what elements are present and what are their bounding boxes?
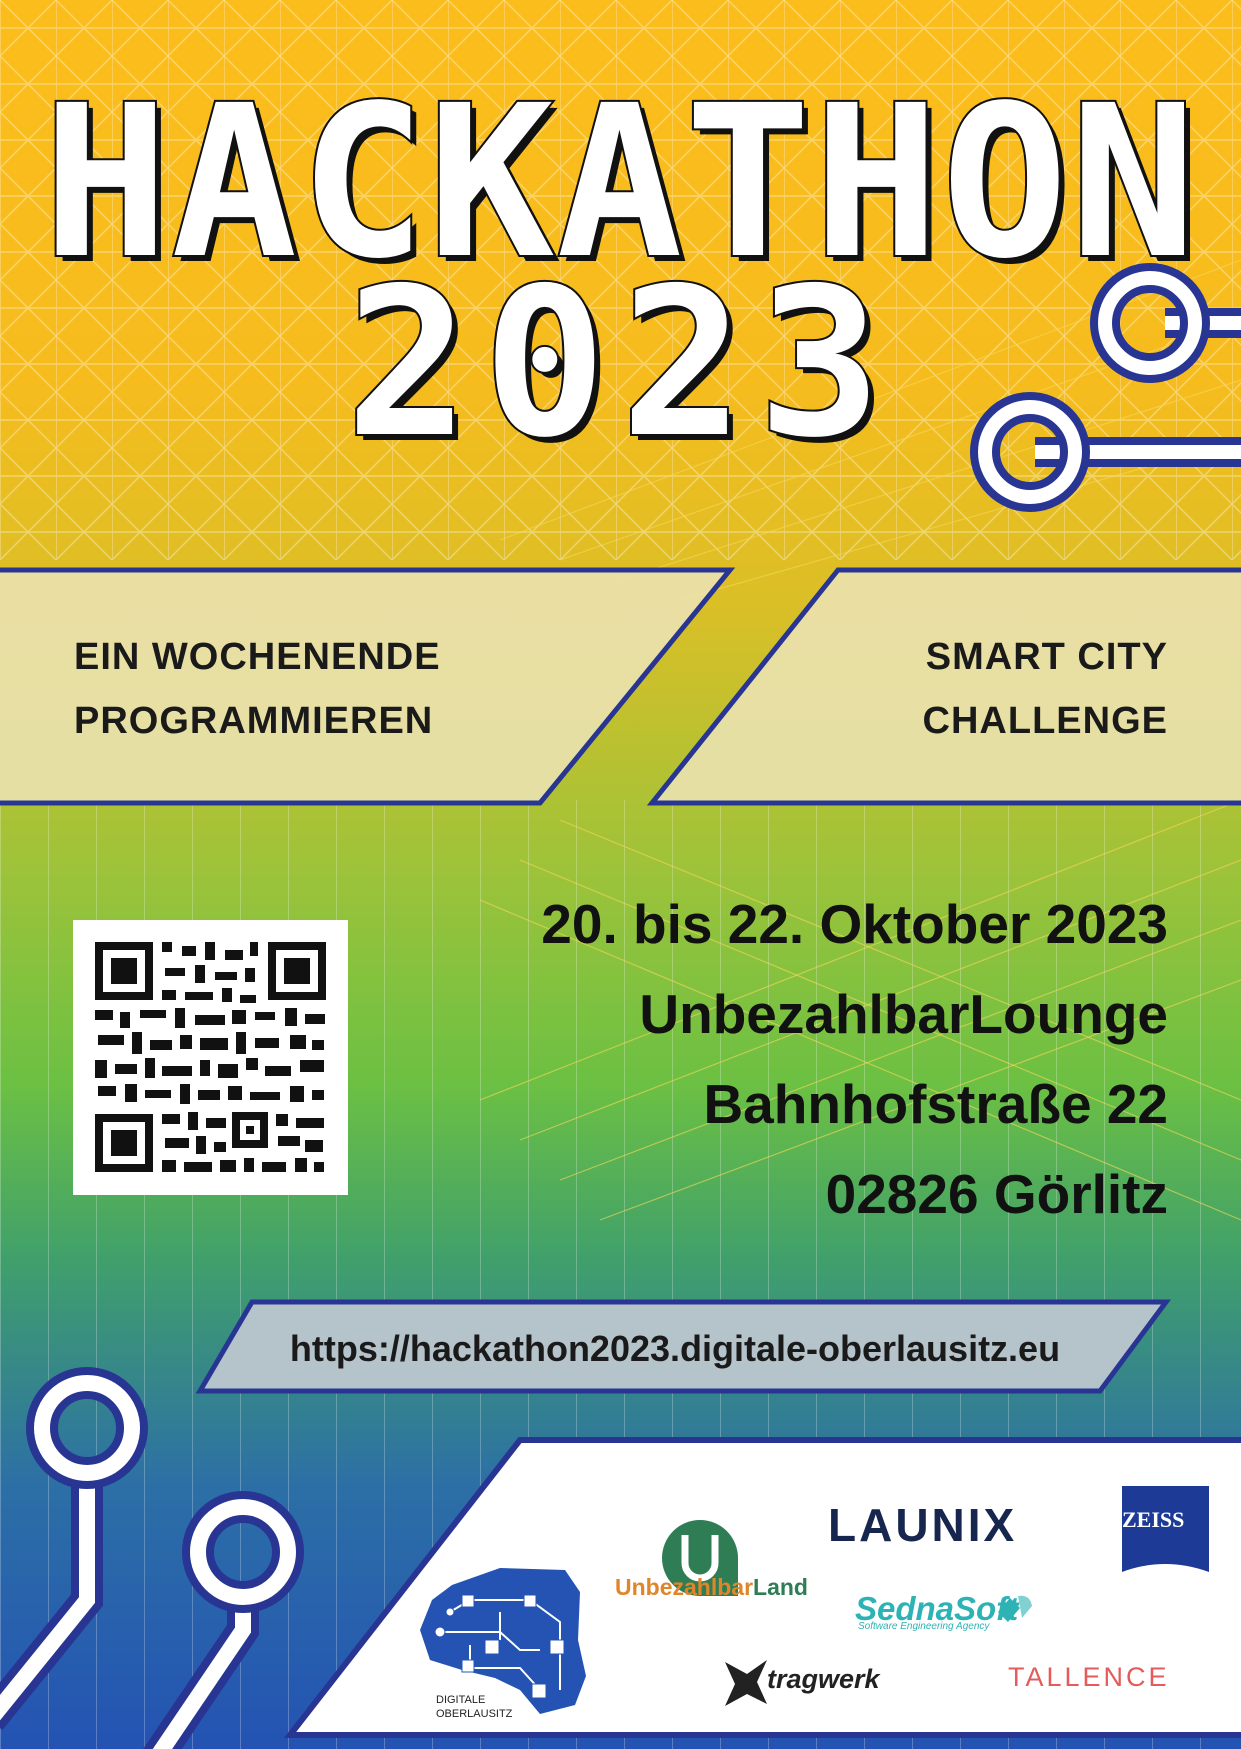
band-left-line-2: PROGRAMMIEREN [74, 700, 434, 742]
tragwerk-logo-icon [725, 1660, 767, 1706]
unbezahlbarland-logo-part-1: Unbezahlbar [615, 1574, 754, 1600]
zeiss-logo: ZEISS [1122, 1507, 1185, 1532]
event-venue: UnbezahlbarLounge [639, 983, 1168, 1045]
event-street: Bahnhofstraße 22 [703, 1073, 1168, 1135]
sednasoft-tagline: Software Engineering Agency [858, 1621, 990, 1632]
digitale-oberlausitz-line-2: OBERLAUSITZ [436, 1708, 513, 1720]
unbezahlbarland-logo: UnbezahlbarLand [615, 1574, 808, 1601]
band-right-text: SMART CITY CHALLENGE [923, 625, 1168, 753]
event-date: 20. bis 22. Oktober 2023 [541, 893, 1168, 955]
tallence-logo: TALLENCE [1008, 1662, 1170, 1692]
unbezahlbarland-logo-part-2: Land [753, 1574, 808, 1600]
title-year: 2023 [344, 243, 896, 485]
band-right-line-2: CHALLENGE [922, 700, 1168, 742]
band-left-text: EIN WOCHENENDE PROGRAMMIEREN [74, 625, 441, 753]
launix-logo: LAUNIX [828, 1499, 1018, 1551]
qr-code-background[interactable] [73, 920, 348, 1195]
band-right-line-1: SMART CITY [925, 636, 1168, 678]
band-left-line-1: EIN WOCHENENDE [74, 636, 441, 678]
tragwerk-logo: tragwerk [767, 1664, 880, 1694]
event-city: 02826 Görlitz [825, 1163, 1168, 1225]
digitale-oberlausitz-logo-text: DIGITALE OBERLAUSITZ [436, 1693, 512, 1721]
circuit-bottom-left [0, 1367, 304, 1749]
digitale-oberlausitz-line-1: DIGITALE [436, 1694, 486, 1706]
poster: HACKATHON 2023 EIN WOCHENENDE PROGRAMMIE… [0, 0, 1241, 1749]
event-url-link[interactable]: https://hackathon2023.digitale-oberlausi… [200, 1328, 1150, 1370]
